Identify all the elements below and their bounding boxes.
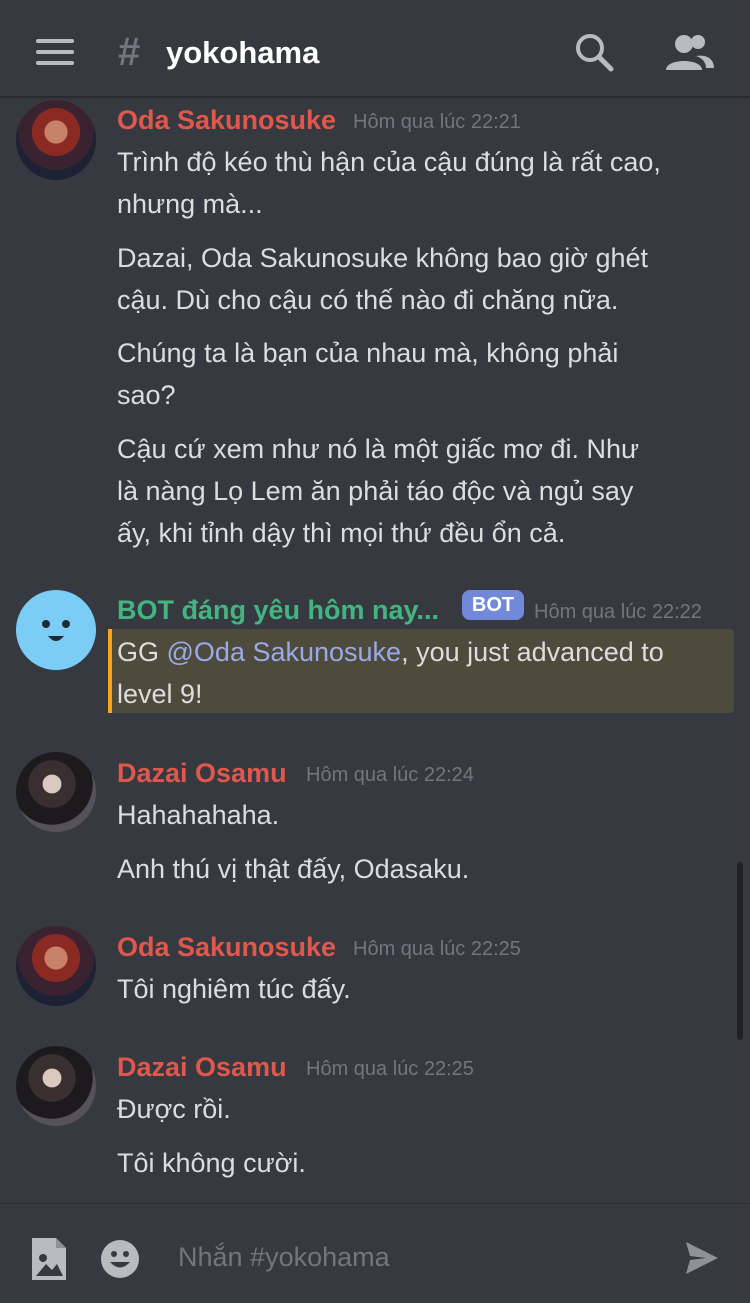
avatar[interactable] — [16, 100, 96, 180]
message-timestamp: Hôm qua lúc 22:24 — [306, 764, 474, 786]
message-text: GG @Oda Sakunosuke, you just advanced to — [117, 631, 727, 673]
bot-avatar[interactable] — [16, 590, 96, 670]
scrollbar[interactable] — [737, 862, 743, 1040]
author-name[interactable]: Dazai Osamu — [117, 1050, 287, 1084]
author-name[interactable]: Dazai Osamu — [117, 756, 287, 790]
message-timestamp: Hôm qua lúc 22:25 — [353, 938, 521, 960]
channel-header: # yokohama — [0, 0, 750, 97]
message-timestamp: Hôm qua lúc 22:25 — [306, 1058, 474, 1080]
message-list[interactable]: Oda Sakunosuke Hôm qua lúc 22:21 Trình đ… — [0, 97, 750, 1202]
message-text-part: , you just advanced to — [401, 637, 664, 667]
message-composer — [0, 1203, 750, 1303]
message-text: là nàng Lọ Lem ăn phải táo độc và ngủ sa… — [117, 476, 634, 506]
message-text: cậu. Dù cho cậu có thế nào đi chăng nữa. — [117, 285, 619, 315]
message-text: ấy, khi tỉnh dậy thì mọi thứ đều ổn cả. — [117, 518, 566, 548]
message-text: Anh thú vị thật đấy, Odasaku. — [117, 854, 470, 884]
message-input[interactable] — [178, 1235, 658, 1279]
channel-hash-icon: # — [118, 30, 141, 74]
bot-face-icon — [42, 620, 70, 641]
message-text: level 9! — [117, 679, 203, 709]
avatar[interactable] — [16, 752, 96, 832]
avatar[interactable] — [16, 926, 96, 1006]
message-text-part: GG — [117, 637, 167, 667]
message-timestamp: Hôm qua lúc 22:22 — [534, 601, 702, 623]
message-text: nhưng mà... — [117, 189, 263, 219]
message-text: Tôi nghiêm túc đấy. — [117, 974, 351, 1004]
channel-title: yokohama — [166, 35, 320, 70]
message-text: Dazai, Oda Sakunosuke không bao giờ ghét — [117, 243, 649, 273]
user-mention[interactable]: @Oda Sakunosuke — [167, 637, 402, 667]
message-text: Trình độ kéo thù hận của cậu đúng là rất… — [117, 147, 661, 177]
image-icon[interactable] — [30, 1236, 68, 1282]
author-name[interactable]: Oda Sakunosuke — [117, 930, 336, 964]
author-name[interactable]: BOT đáng yêu hôm nay... — [117, 593, 439, 627]
search-icon[interactable] — [574, 32, 614, 72]
menu-icon[interactable] — [36, 38, 76, 68]
message-text: Hahahahaha. — [117, 800, 280, 830]
message-text: Cậu cứ xem như nó là một giấc mơ đi. Như — [117, 434, 640, 464]
message-text: sao? — [117, 380, 176, 410]
send-icon[interactable] — [684, 1240, 720, 1276]
message-text: Tôi không cười. — [117, 1148, 306, 1178]
author-name[interactable]: Oda Sakunosuke — [117, 103, 336, 137]
message-text: Chúng ta là bạn của nhau mà, không phải — [117, 338, 619, 368]
bot-badge: BOT — [462, 590, 524, 620]
members-icon[interactable] — [664, 32, 714, 72]
emoji-icon[interactable] — [100, 1239, 140, 1279]
avatar[interactable] — [16, 1046, 96, 1126]
message-text: Được rồi. — [117, 1094, 231, 1124]
message-timestamp: Hôm qua lúc 22:21 — [353, 111, 521, 133]
